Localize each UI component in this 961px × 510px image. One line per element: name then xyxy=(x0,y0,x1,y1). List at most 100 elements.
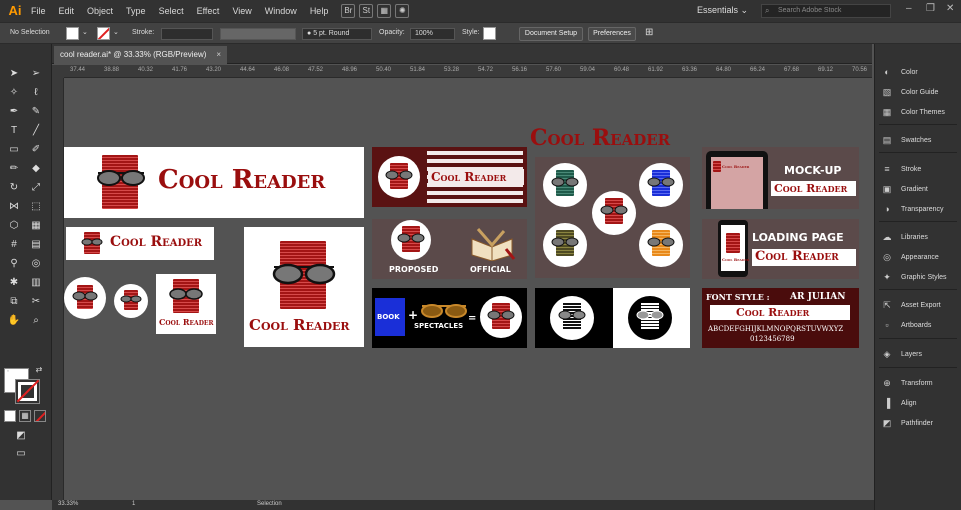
panel-graphic-styles[interactable]: ✦ Graphic Styles xyxy=(881,269,946,285)
artboard-square-small[interactable]: Cool Reader xyxy=(156,274,216,334)
graphic-style-swatch[interactable] xyxy=(483,27,496,40)
panel-gradient[interactable]: ▣ Gradient xyxy=(881,181,928,197)
document-tab[interactable]: cool reader.ai* @ 33.33% (RGB/Preview) × xyxy=(54,46,228,64)
panel-color[interactable]: ◐ Color xyxy=(881,64,917,80)
maximize-icon[interactable]: ❐ xyxy=(926,3,935,14)
mesh-tool-icon[interactable]: # xyxy=(5,237,23,253)
panel-swatches[interactable]: ▤ Swatches xyxy=(881,132,932,148)
artboard-black-white[interactable] xyxy=(535,288,690,348)
menu-help[interactable]: Help xyxy=(310,6,329,16)
chevron-down-icon[interactable]: ⌄ xyxy=(82,28,88,36)
panel-stroke[interactable]: ≡ Stroke xyxy=(881,161,921,177)
panel-asset-export[interactable]: ⇱ Asset Export xyxy=(881,297,940,313)
logo-circle-medium[interactable] xyxy=(114,284,148,318)
gradient-tool-icon[interactable]: ▤ xyxy=(27,237,45,253)
width-tool-icon[interactable]: ⋈ xyxy=(5,199,23,215)
stroke-color-icon[interactable] xyxy=(15,379,40,404)
stock-search-input[interactable]: ⌕ Search Adobe Stock xyxy=(761,4,891,18)
artboard-tool-icon[interactable]: ⧉ xyxy=(5,294,23,310)
lasso-tool-icon[interactable]: ℓ xyxy=(27,85,45,101)
logo-circle-large[interactable] xyxy=(64,277,106,319)
arrange-documents-icon[interactable]: ▦ xyxy=(377,4,392,18)
swap-colors-icon[interactable]: ⇄ xyxy=(33,362,45,378)
canvas[interactable]: Cool Reader Cool Reader Cool Reader Cool… xyxy=(64,79,872,499)
panel-align[interactable]: ▐ Align xyxy=(881,395,917,411)
eraser-icon[interactable]: ◆ xyxy=(27,161,45,177)
artboard-square-logo[interactable]: Cool Reader xyxy=(244,227,364,347)
gradient-mode-icon[interactable]: ▦ xyxy=(19,410,31,422)
menu-select[interactable]: Select xyxy=(159,6,184,16)
close-icon[interactable]: ✕ xyxy=(946,3,954,14)
panel-artboards[interactable]: ▫ Artboards xyxy=(881,317,931,333)
menu-window[interactable]: Window xyxy=(265,6,297,16)
horizontal-ruler[interactable]: 37.44 38.88 40.32 41.76 43.20 44.64 46.08 47.52… xyxy=(64,65,872,78)
gpu-performance-icon[interactable]: ✺ xyxy=(395,4,410,18)
stroke-swatch[interactable] xyxy=(97,27,110,40)
artboard-number[interactable]: 1 xyxy=(132,501,135,507)
shape-builder-icon[interactable]: ⬡ xyxy=(5,218,23,234)
panel-appearance[interactable]: ◎ Appearance xyxy=(881,249,939,265)
artboard-small-logo[interactable]: Cool Reader xyxy=(66,227,214,260)
artboard-striped-banner[interactable]: Cool Reader xyxy=(372,147,527,207)
menu-effect[interactable]: Effect xyxy=(197,6,220,16)
artboard-font-style[interactable]: FONT STYLE : AR JULIAN Cool Reader ABCDE… xyxy=(702,288,859,348)
minimize-icon[interactable]: – xyxy=(906,3,912,14)
rotate-tool-icon[interactable]: ↻ xyxy=(5,180,23,196)
panel-layers[interactable]: ◈ Layers xyxy=(881,346,922,362)
variable-width-field[interactable] xyxy=(220,28,296,40)
artboard-wide-logo[interactable]: Cool Reader xyxy=(64,147,364,218)
rectangle-tool-icon[interactable]: ▭ xyxy=(5,142,23,158)
shaper-tool-icon[interactable]: ✏ xyxy=(5,161,23,177)
workspace-switcher[interactable]: Essentials ⌄ xyxy=(697,5,748,16)
curvature-tool-icon[interactable]: ✎ xyxy=(27,104,45,120)
ruler-origin[interactable] xyxy=(52,65,64,78)
artboard-equation[interactable]: BOOK + SPECTACLES = xyxy=(372,288,527,348)
menu-file[interactable]: File xyxy=(31,6,46,16)
panel-libraries[interactable]: ☁ Libraries xyxy=(881,229,928,245)
artboard-mockup[interactable]: Cool Reader MOCK-UP Cool Reader xyxy=(702,147,859,209)
none-mode-icon[interactable] xyxy=(34,410,46,422)
fill-swatch[interactable] xyxy=(66,27,79,40)
preferences-button[interactable]: Preferences xyxy=(588,27,636,41)
close-tab-icon[interactable]: × xyxy=(216,50,221,59)
panel-transparency[interactable]: ◑ Transparency xyxy=(881,201,943,217)
artboard-loading-page[interactable]: Cool Reader LOADING PAGE Cool Reader xyxy=(702,219,859,279)
panel-color-themes[interactable]: ▦ Color Themes xyxy=(881,104,945,120)
zoom-tool-icon[interactable]: ⌕ xyxy=(27,313,45,329)
panel-color-guide[interactable]: ▧ Color Guide xyxy=(881,84,939,100)
line-tool-icon[interactable]: ╱ xyxy=(27,123,45,139)
vertical-ruler[interactable] xyxy=(52,78,64,500)
arrange-icon[interactable]: ⊞ xyxy=(645,27,653,38)
bridge-button[interactable]: Br xyxy=(341,4,356,18)
menu-type[interactable]: Type xyxy=(126,6,146,16)
menu-edit[interactable]: Edit xyxy=(59,6,75,16)
magic-wand-icon[interactable]: ✧ xyxy=(5,85,23,101)
color-mode-icon[interactable] xyxy=(4,410,16,422)
menu-object[interactable]: Object xyxy=(87,6,113,16)
selection-tool-icon[interactable]: ➤ xyxy=(5,66,23,82)
artboard-proposed-official[interactable]: PROPOSED OFFICIAL xyxy=(372,219,527,279)
artboard-color-variations[interactable] xyxy=(535,157,690,278)
free-transform-icon[interactable]: ⬚ xyxy=(27,199,45,215)
hand-tool-icon[interactable]: ✋ xyxy=(5,313,23,329)
draw-mode-icon[interactable]: ◩ xyxy=(12,428,30,444)
symbol-sprayer-icon[interactable]: ✱ xyxy=(5,275,23,291)
stock-button[interactable]: St xyxy=(359,4,374,18)
panel-pathfinder[interactable]: ◩ Pathfinder xyxy=(881,415,933,431)
default-colors-icon[interactable]: ▪ xyxy=(3,364,13,380)
opacity-field[interactable]: 100% xyxy=(410,28,455,40)
screen-mode-icon[interactable]: ▭ xyxy=(12,446,30,462)
zoom-level[interactable]: 33.33% xyxy=(58,501,78,507)
document-setup-button[interactable]: Document Setup xyxy=(519,27,583,41)
scale-tool-icon[interactable]: ⤢ xyxy=(27,180,45,196)
panel-transform[interactable]: ⊕ Transform xyxy=(881,375,932,391)
stroke-weight-field[interactable] xyxy=(161,28,213,40)
chevron-down-icon[interactable]: ⌄ xyxy=(113,28,119,36)
direct-selection-tool-icon[interactable]: ➢ xyxy=(27,66,45,82)
perspective-grid-icon[interactable]: ▦ xyxy=(27,218,45,234)
brush-definition-field[interactable]: ● 5 pt. Round xyxy=(302,28,372,40)
graph-tool-icon[interactable]: ▥ xyxy=(27,275,45,291)
paintbrush-icon[interactable]: ✐ xyxy=(27,142,45,158)
blend-tool-icon[interactable]: ◎ xyxy=(27,256,45,272)
pen-tool-icon[interactable]: ✒ xyxy=(5,104,23,120)
